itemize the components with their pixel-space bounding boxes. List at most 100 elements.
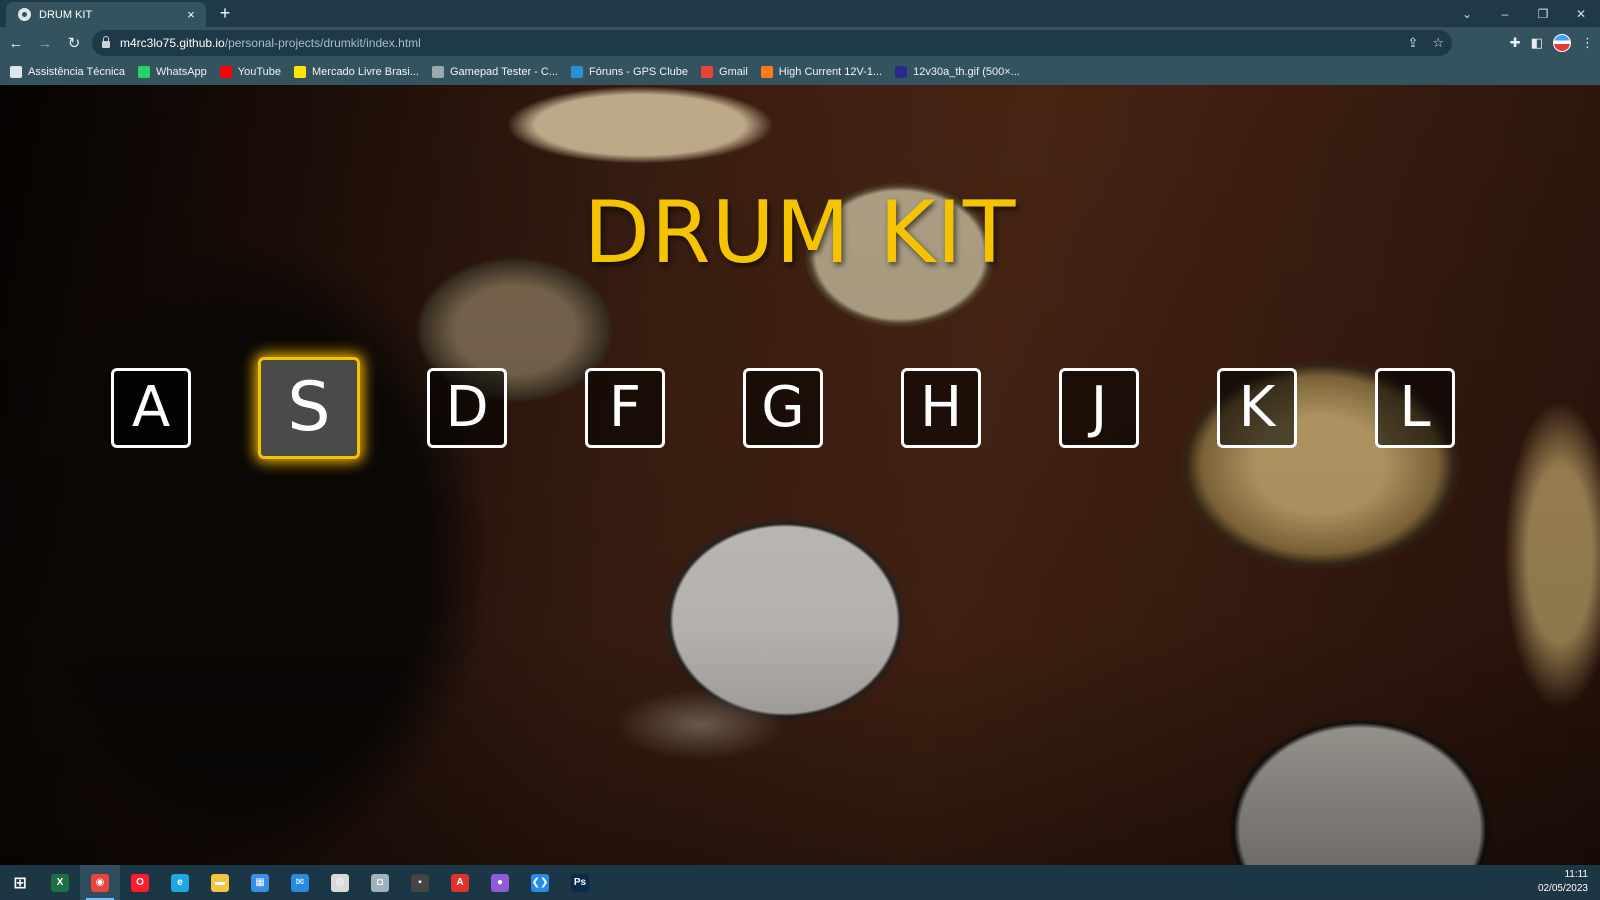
bookmark-item[interactable]: Gmail [701,66,748,78]
tab-search-icon[interactable]: ⌄ [1448,0,1486,27]
vscode-icon[interactable]: ❮❯ [520,865,560,900]
bookmark-label: 12v30a_th.gif (500×... [913,66,1020,78]
opera-glyph: O [131,873,149,892]
bookmark-item[interactable]: 12v30a_th.gif (500×... [895,66,1020,78]
back-button[interactable]: ← [3,30,29,56]
obs-icon[interactable]: ◎ [320,865,360,900]
github-glyph: ● [491,873,509,892]
url-path: /personal-projects/drumkit/index.html [224,36,421,50]
star-icon[interactable]: ☆ [1432,35,1444,51]
bookmark-label: Assistência Técnica [28,66,126,78]
url-domain: m4rc3lo75.github.io [120,36,225,50]
window-controls: ⌄ – ❐ ✕ [1448,0,1600,27]
new-tab-button[interactable]: + [216,4,234,22]
mail-icon[interactable]: ✉ [280,865,320,900]
store-icon[interactable]: ▦ [240,865,280,900]
clock-date: 02/05/2023 [1537,883,1588,894]
windows-start-glyph: ⊞ [13,874,27,892]
page-title: DRUM KIT [583,183,1017,283]
forward-button[interactable]: → [32,30,58,56]
bookmark-item[interactable]: High Current 12V-1... [760,66,883,78]
bookmark-item[interactable]: Mercado Livre Brasi... [294,66,419,78]
bookmark-item[interactable]: YouTube [219,66,281,78]
mercadolivre-icon [294,66,306,78]
camera-icon[interactable]: ◘ [360,865,400,900]
globe-icon [10,66,22,78]
bookmark-item[interactable]: Assistência Técnica [10,66,125,78]
menu-icon[interactable]: ⋮ [1581,35,1594,51]
address-bar[interactable]: m4rc3lo75.github.io/personal-projects/dr… [92,30,1452,56]
camera-glyph: ◘ [371,873,389,892]
obs-glyph: ◎ [331,873,349,892]
opera-icon[interactable]: O [120,865,160,900]
close-tab-icon[interactable]: × [184,7,198,22]
bookmark-label: High Current 12V-1... [778,66,883,78]
windows-taskbar: ⊞ X ◉ Oe ▬ ▦ ✉ ◎ ◘ ▪ A ● ❮❯ Ps 11:11 02/05/2023 [0,865,1600,900]
gpsclube-icon [571,66,583,78]
chrome-icon[interactable]: ◉ [80,865,120,900]
lock-icon[interactable] [102,36,110,48]
browser-toolbar: ← → ↻ m4rc3lo75.github.io/personal-proje… [0,27,1600,59]
drum-key-s[interactable]: S [258,357,360,459]
file-explorer-icon[interactable]: ▬ [200,865,240,900]
drum-key-g[interactable]: G [743,368,823,448]
drum-key-d[interactable]: D [427,368,507,448]
tab-strip: DRUM KIT × + ⌄ – ❐ ✕ [0,0,1600,27]
bookmark-label: Gmail [719,66,748,78]
profile-avatar[interactable] [1553,34,1571,52]
edge-icon[interactable]: e [160,865,200,900]
store-glyph: ▦ [251,873,269,892]
bookmark-item[interactable]: Fóruns - GPS Clube [571,66,688,78]
tab-drum-kit[interactable]: DRUM KIT × [6,2,206,27]
system-clock[interactable]: 11:11 02/05/2023 [1538,868,1588,896]
close-window-button[interactable]: ✕ [1562,0,1600,27]
globe-icon [18,8,31,21]
gmail-icon [701,66,714,78]
bookmark-label: WhatsApp [156,66,207,78]
drum-key-f[interactable]: F [585,368,665,448]
bookmark-item[interactable]: WhatsApp [138,66,207,78]
photoshop-glyph: Ps [571,873,589,892]
gamepad-icon [431,66,444,78]
drum-kit-page: DRUM KIT ASDFGHJKL [0,85,1600,865]
mail-glyph: ✉ [291,873,309,892]
share-icon[interactable]: ⇪ [1407,35,1418,51]
url-text: m4rc3lo75.github.io/personal-projects/dr… [120,36,421,50]
orange-bookmark-icon [760,66,773,78]
reload-button[interactable]: ↻ [61,30,87,56]
sidepanel-icon[interactable]: ◧ [1531,35,1543,51]
app-glyph: ▪ [411,873,429,892]
tab-title: DRUM KIT [39,8,93,21]
bookmark-label: YouTube [237,66,281,78]
clock-time: 11:11 [1564,869,1588,880]
minimize-button[interactable]: – [1486,0,1524,27]
whatsapp-icon [138,66,151,78]
chrome-glyph: ◉ [91,873,109,892]
acrobat-glyph: A [451,873,469,892]
drum-key-l[interactable]: L [1375,368,1455,448]
file-explorer-glyph: ▬ [211,873,229,892]
windows-start-icon[interactable]: ⊞ [0,865,40,900]
bookmarks-bar: Assistência Técnica WhatsApp YouTube Mercad… [0,59,1600,85]
restore-button[interactable]: ❐ [1524,0,1562,27]
bookmark-label: Gamepad Tester - C... [449,66,558,78]
photoshop-icon[interactable]: Ps [560,865,600,900]
bookmark-label: Mercado Livre Brasi... [312,66,419,78]
excel-icon[interactable]: X [40,865,80,900]
youtube-icon [219,66,232,78]
drum-key-k[interactable]: K [1217,368,1297,448]
drum-key-a[interactable]: A [111,368,191,448]
drum-key-j[interactable]: J [1059,368,1139,448]
extensions-icon[interactable]: ✚ [1510,35,1521,51]
vscode-glyph: ❮❯ [531,873,549,892]
drum-key-h[interactable]: H [901,368,981,448]
github-icon[interactable]: ● [480,865,520,900]
drum-keys: ASDFGHJKL [0,357,1600,459]
excel-glyph: X [51,873,69,892]
image-bookmark-icon [895,66,908,78]
app-icon[interactable]: ▪ [400,865,440,900]
acrobat-icon[interactable]: A [440,865,480,900]
edge-glyph: e [171,873,189,892]
bookmark-label: Fóruns - GPS Clube [589,66,689,78]
bookmark-item[interactable]: Gamepad Tester - C... [431,66,558,78]
